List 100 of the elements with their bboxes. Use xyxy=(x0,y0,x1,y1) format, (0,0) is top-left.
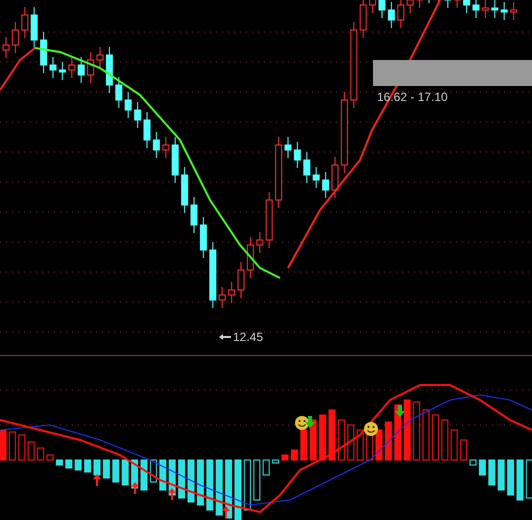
candlestick xyxy=(87,52,94,84)
candlestick xyxy=(294,142,301,168)
histogram-bar xyxy=(178,460,186,498)
histogram-bar xyxy=(102,460,110,478)
histogram-bar xyxy=(56,460,63,466)
histogram-bar xyxy=(196,460,204,506)
candlestick xyxy=(21,6,28,38)
candlestick xyxy=(256,232,264,254)
candlestick xyxy=(12,22,19,54)
histogram-bar xyxy=(498,460,505,490)
histogram-bar xyxy=(46,454,54,460)
candlestick xyxy=(428,0,430,4)
histogram-bar xyxy=(376,430,382,460)
up-arrow-icon xyxy=(131,482,139,494)
candlestick xyxy=(58,62,66,80)
candlestick xyxy=(68,56,76,78)
histogram-bar xyxy=(347,424,354,460)
histogram-bar xyxy=(450,430,458,460)
candlestick xyxy=(209,242,216,308)
histogram-bar xyxy=(319,414,326,460)
candlestick xyxy=(388,2,395,28)
candlestick xyxy=(463,0,470,14)
histogram-bar xyxy=(94,460,100,476)
candlestick xyxy=(172,136,179,184)
candlestick xyxy=(312,166,320,188)
candlestick xyxy=(472,0,480,18)
candlestick xyxy=(181,166,188,214)
smiley-icon xyxy=(295,416,309,430)
histogram-bar xyxy=(188,460,194,502)
histogram-bar xyxy=(516,460,524,500)
histogram-bar xyxy=(18,434,26,460)
histogram-bar xyxy=(470,460,476,466)
histogram-bar xyxy=(272,460,280,464)
smiley-icon xyxy=(364,422,378,436)
histogram-bar xyxy=(140,460,148,490)
candlestick xyxy=(106,46,113,94)
histogram-bar xyxy=(159,460,166,490)
histogram-bar xyxy=(37,448,44,460)
histogram-bar xyxy=(112,460,120,482)
candlestick xyxy=(275,136,282,208)
histogram-bar xyxy=(384,422,392,460)
down-arrow-icon xyxy=(395,405,405,417)
low-price-label: 12.45 xyxy=(233,330,264,344)
candlestick xyxy=(332,156,338,198)
candlestick xyxy=(2,36,10,58)
candlestick xyxy=(200,216,207,258)
histogram-bar xyxy=(0,430,6,460)
histogram-bar xyxy=(356,430,364,460)
histogram-bar xyxy=(338,420,345,460)
candlestick xyxy=(238,262,244,298)
histogram-bar xyxy=(300,430,308,460)
histogram-bar xyxy=(206,460,214,510)
candlestick xyxy=(78,56,85,84)
histogram-bar xyxy=(404,400,411,460)
candlestick xyxy=(378,0,386,18)
histogram-bar xyxy=(328,410,336,460)
histogram-bar xyxy=(253,460,260,500)
histogram-bar xyxy=(507,460,514,496)
candlestick xyxy=(124,92,132,118)
candlestick xyxy=(444,0,452,8)
candlestick xyxy=(284,136,292,158)
histogram-bar xyxy=(441,420,448,460)
candlestick xyxy=(491,0,498,18)
candlestick xyxy=(30,6,38,48)
candlestick xyxy=(40,32,48,74)
histogram-bar xyxy=(65,460,72,468)
candlestick xyxy=(246,236,254,278)
histogram-bar xyxy=(488,460,496,486)
histogram-bar xyxy=(478,460,486,476)
histogram-bar xyxy=(310,420,317,460)
histogram-bar xyxy=(432,414,439,460)
up-arrow-icon xyxy=(168,488,176,500)
candlestick xyxy=(228,282,236,304)
candlestick xyxy=(322,172,330,198)
up-arrow-icon xyxy=(222,506,230,518)
histogram-bar xyxy=(244,460,251,510)
candlestick xyxy=(266,192,273,248)
histogram-bar xyxy=(234,460,242,520)
histogram-bar xyxy=(394,404,402,460)
candlestick xyxy=(438,0,439,4)
histogram-bar xyxy=(122,460,129,486)
histogram-bar xyxy=(74,460,82,470)
candlestick xyxy=(115,76,122,108)
candlestick xyxy=(500,2,508,20)
histogram-bar xyxy=(282,454,288,460)
histogram-bar xyxy=(28,442,35,460)
candlestick xyxy=(152,132,160,158)
histogram-bar xyxy=(422,410,430,460)
histogram-bar xyxy=(290,450,298,460)
histogram-bar xyxy=(216,460,223,516)
candlestick xyxy=(162,136,170,158)
candlestick xyxy=(50,56,56,78)
histogram-bar xyxy=(413,402,420,460)
up-arrow-icon xyxy=(93,474,101,486)
left-arrow-icon xyxy=(219,334,231,340)
histogram-bar xyxy=(8,432,16,460)
candlestick xyxy=(134,102,142,128)
candlestick xyxy=(303,152,310,184)
histogram-bar xyxy=(366,434,374,460)
candlestick xyxy=(190,196,198,234)
